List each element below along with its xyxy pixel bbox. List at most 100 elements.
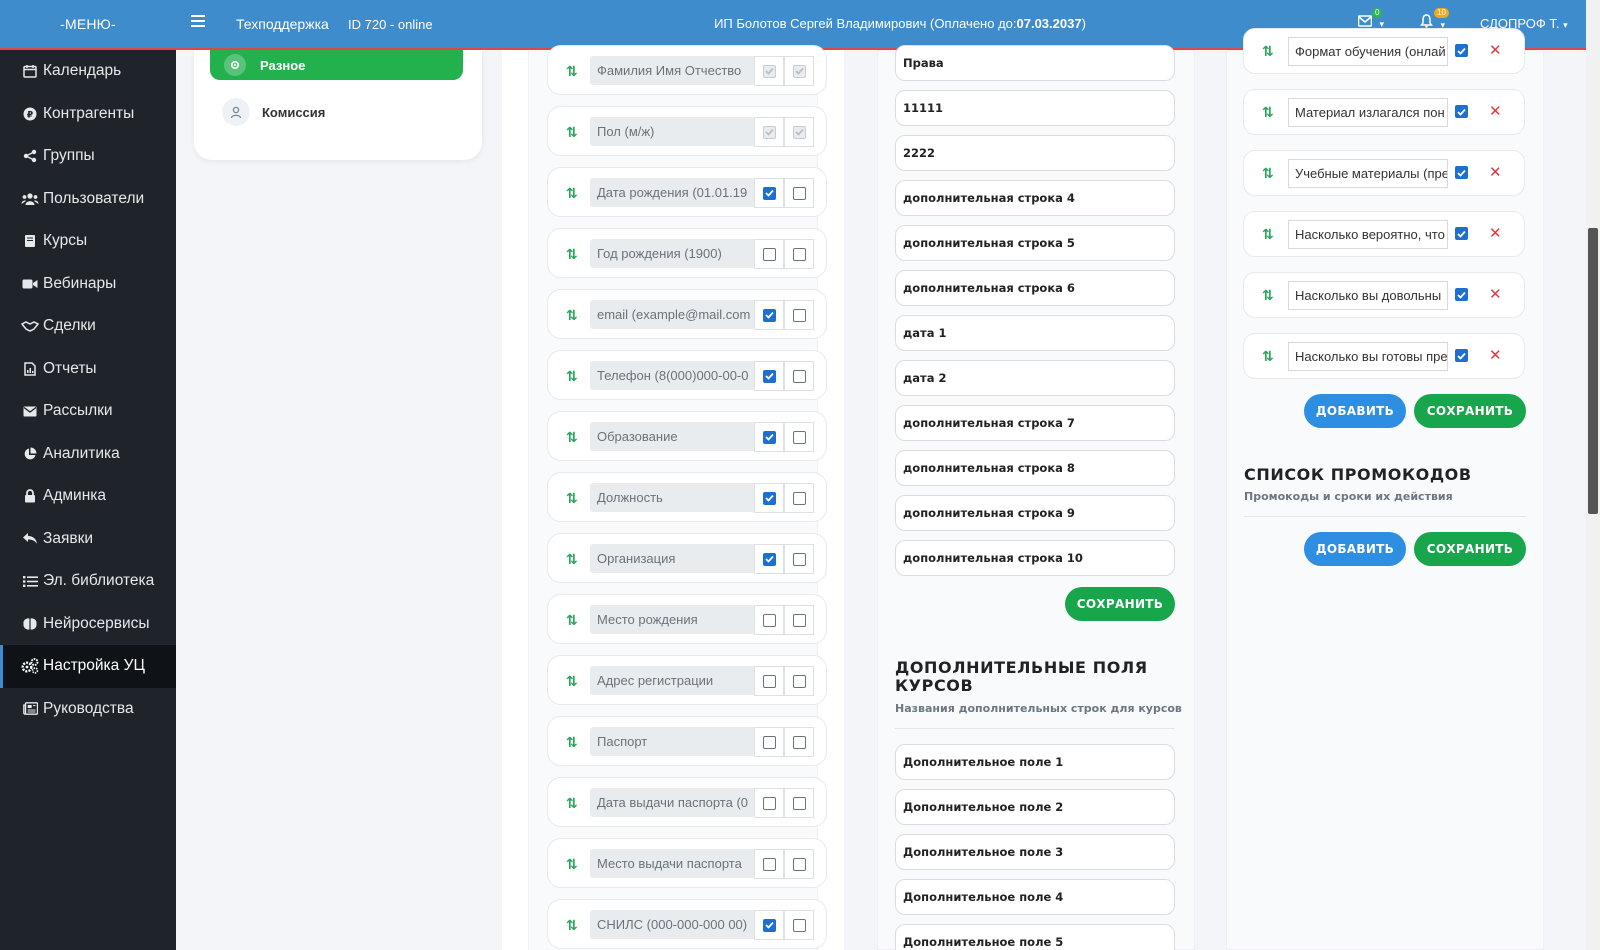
sidebar-item[interactable]: ₽ Контрагенты: [0, 93, 176, 136]
field-name-input[interactable]: Год рождения (1900): [590, 239, 756, 268]
sort-arrows-icon[interactable]: ⇅: [566, 490, 578, 507]
sidebar-item[interactable]: Рассылки: [0, 390, 176, 433]
sort-arrows-icon[interactable]: ⇅: [566, 63, 578, 80]
sidebar-item[interactable]: Отчеты: [0, 348, 176, 391]
field-required-checkbox[interactable]: [784, 300, 814, 330]
add-survey-question-button[interactable]: ДОБАВИТЬ: [1304, 394, 1406, 428]
field-name-input[interactable]: Организация: [590, 544, 756, 573]
sort-arrows-icon[interactable]: ⇅: [566, 795, 578, 812]
settings-item-commission[interactable]: Комиссия: [222, 98, 325, 126]
course-field-input[interactable]: Дополнительное поле 4: [895, 879, 1175, 915]
sort-arrows-icon[interactable]: ⇅: [566, 429, 578, 446]
field-enabled-checkbox[interactable]: [754, 605, 784, 635]
sidebar-item[interactable]: Настройка УЦ: [0, 645, 176, 688]
sort-arrows-icon[interactable]: ⇅: [1262, 287, 1274, 304]
field-required-checkbox[interactable]: [784, 788, 814, 818]
survey-question-checkbox[interactable]: [1455, 288, 1468, 301]
sidebar-item[interactable]: Эл. библиотека: [0, 560, 176, 603]
field-enabled-checkbox[interactable]: [754, 117, 784, 147]
survey-question-checkbox[interactable]: [1455, 166, 1468, 179]
sort-arrows-icon[interactable]: ⇅: [566, 551, 578, 568]
field-required-checkbox[interactable]: [784, 56, 814, 86]
hamburger-icon[interactable]: [191, 15, 205, 30]
course-field-input[interactable]: Дополнительное поле 1: [895, 744, 1175, 780]
sort-arrows-icon[interactable]: ⇅: [1262, 104, 1274, 121]
field-name-input[interactable]: Паспорт: [590, 727, 756, 756]
sort-arrows-icon[interactable]: ⇅: [566, 246, 578, 263]
course-field-input[interactable]: Дополнительное поле 3: [895, 834, 1175, 870]
survey-question-input[interactable]: Насколько вы готовы пре: [1288, 342, 1448, 371]
sort-arrows-icon[interactable]: ⇅: [566, 368, 578, 385]
delete-icon[interactable]: ✕: [1489, 102, 1502, 120]
sort-arrows-icon[interactable]: ⇅: [1262, 226, 1274, 243]
sort-arrows-icon[interactable]: ⇅: [566, 673, 578, 690]
field-required-checkbox[interactable]: [784, 910, 814, 940]
delete-icon[interactable]: ✕: [1489, 346, 1502, 364]
survey-question-checkbox[interactable]: [1455, 105, 1468, 118]
survey-question-input[interactable]: Учебные материалы (пре: [1288, 159, 1448, 188]
field-enabled-checkbox[interactable]: [754, 300, 784, 330]
sidebar-item[interactable]: Календарь: [0, 50, 176, 93]
field-name-input[interactable]: СНИЛС (000-000-000 00): [590, 910, 756, 939]
field-name-input[interactable]: Место выдачи паспорта: [590, 849, 756, 878]
sidebar-item[interactable]: Админка: [0, 475, 176, 518]
field-required-checkbox[interactable]: [784, 239, 814, 269]
survey-question-input[interactable]: Насколько вероятно, что: [1288, 220, 1448, 249]
survey-question-checkbox[interactable]: [1455, 44, 1468, 57]
field-required-checkbox[interactable]: [784, 483, 814, 513]
extra-line-input[interactable]: дополнительная строка 7: [895, 405, 1175, 441]
field-enabled-checkbox[interactable]: [754, 910, 784, 940]
extra-line-input[interactable]: дополнительная строка 9: [895, 495, 1175, 531]
sort-arrows-icon[interactable]: ⇅: [566, 612, 578, 629]
survey-question-checkbox[interactable]: [1455, 349, 1468, 362]
survey-question-input[interactable]: Насколько вы довольны: [1288, 281, 1448, 310]
sidebar-item[interactable]: Руководства: [0, 688, 176, 731]
field-name-input[interactable]: Телефон (8(000)000-00-0: [590, 361, 756, 390]
field-enabled-checkbox[interactable]: [754, 239, 784, 269]
field-enabled-checkbox[interactable]: [754, 788, 784, 818]
save-promo-button[interactable]: СОХРАНИТЬ: [1414, 532, 1526, 566]
extra-line-input[interactable]: дополнительная строка 10: [895, 540, 1175, 576]
delete-icon[interactable]: ✕: [1489, 285, 1502, 303]
field-enabled-checkbox[interactable]: [754, 361, 784, 391]
sort-arrows-icon[interactable]: ⇅: [566, 124, 578, 141]
field-enabled-checkbox[interactable]: [754, 849, 784, 879]
field-name-input[interactable]: Дата выдачи паспорта (0: [590, 788, 756, 817]
survey-question-input[interactable]: Формат обучения (онлай: [1288, 37, 1448, 66]
sort-arrows-icon[interactable]: ⇅: [1262, 43, 1274, 60]
menu-title[interactable]: -МЕНЮ-: [0, 0, 176, 48]
sort-arrows-icon[interactable]: ⇅: [566, 307, 578, 324]
save-extra-lines-button[interactable]: СОХРАНИТЬ: [1065, 587, 1175, 621]
sort-arrows-icon[interactable]: ⇅: [566, 734, 578, 751]
field-enabled-checkbox[interactable]: [754, 666, 784, 696]
field-enabled-checkbox[interactable]: [754, 56, 784, 86]
sidebar-item[interactable]: Группы: [0, 135, 176, 178]
field-enabled-checkbox[interactable]: [754, 483, 784, 513]
field-required-checkbox[interactable]: [784, 605, 814, 635]
extra-line-input[interactable]: 11111: [895, 90, 1175, 126]
field-name-input[interactable]: Пол (м/ж): [590, 117, 756, 146]
sort-arrows-icon[interactable]: ⇅: [1262, 165, 1274, 182]
field-required-checkbox[interactable]: [784, 361, 814, 391]
delete-icon[interactable]: ✕: [1489, 224, 1502, 242]
field-required-checkbox[interactable]: [784, 178, 814, 208]
field-required-checkbox[interactable]: [784, 117, 814, 147]
field-required-checkbox[interactable]: [784, 727, 814, 757]
field-enabled-checkbox[interactable]: [754, 178, 784, 208]
sidebar-item[interactable]: Аналитика: [0, 433, 176, 476]
delete-icon[interactable]: ✕: [1489, 163, 1502, 181]
sort-arrows-icon[interactable]: ⇅: [566, 856, 578, 873]
extra-line-input[interactable]: дата 2: [895, 360, 1175, 396]
field-name-input[interactable]: Должность: [590, 483, 756, 512]
course-field-input[interactable]: Дополнительное поле 5: [895, 924, 1175, 950]
field-required-checkbox[interactable]: [784, 666, 814, 696]
extra-line-input[interactable]: дополнительная строка 6: [895, 270, 1175, 306]
extra-line-input[interactable]: дополнительная строка 4: [895, 180, 1175, 216]
field-name-input[interactable]: Образование: [590, 422, 756, 451]
sidebar-item[interactable]: Сделки: [0, 305, 176, 348]
delete-icon[interactable]: ✕: [1489, 41, 1502, 59]
extra-line-input[interactable]: дата 1: [895, 315, 1175, 351]
scrollbar-thumb[interactable]: [1588, 228, 1598, 514]
sort-arrows-icon[interactable]: ⇅: [566, 917, 578, 934]
field-required-checkbox[interactable]: [784, 422, 814, 452]
